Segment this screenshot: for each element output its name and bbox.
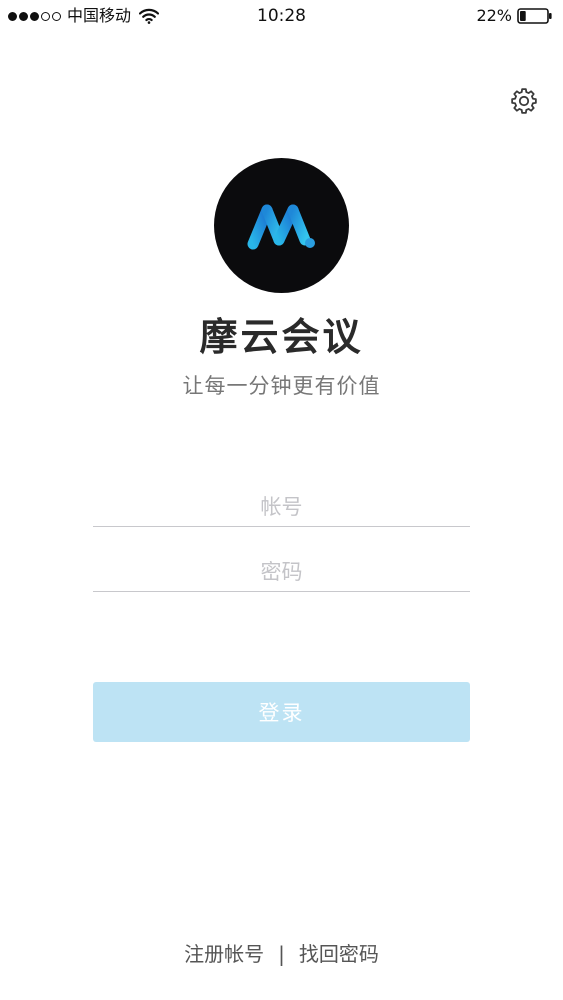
login-button[interactable]: 登录 — [93, 682, 470, 742]
app-slogan: 让每一分钟更有价值 — [182, 374, 381, 398]
gear-icon — [511, 88, 537, 114]
register-link[interactable]: 注册帐号 — [184, 940, 264, 968]
settings-button[interactable] — [507, 84, 541, 118]
gear-outline — [511, 88, 537, 114]
status-bar: 中国移动 10:28 22% — [0, 0, 563, 34]
logo-m-icon — [247, 204, 315, 249]
password-input[interactable] — [93, 552, 470, 592]
recover-password-link[interactable]: 找回密码 — [299, 940, 379, 968]
footer-separator: | — [278, 942, 285, 966]
battery-percent: 22% — [476, 6, 512, 25]
status-bar-right: 22% — [476, 6, 553, 26]
footer-links: 注册帐号 | 找回密码 — [0, 940, 563, 968]
battery-fill — [520, 11, 526, 21]
account-input[interactable] — [93, 487, 470, 527]
app-logo — [214, 158, 349, 293]
battery-icon — [517, 8, 552, 24]
app-name: 摩云会议 — [199, 315, 364, 359]
